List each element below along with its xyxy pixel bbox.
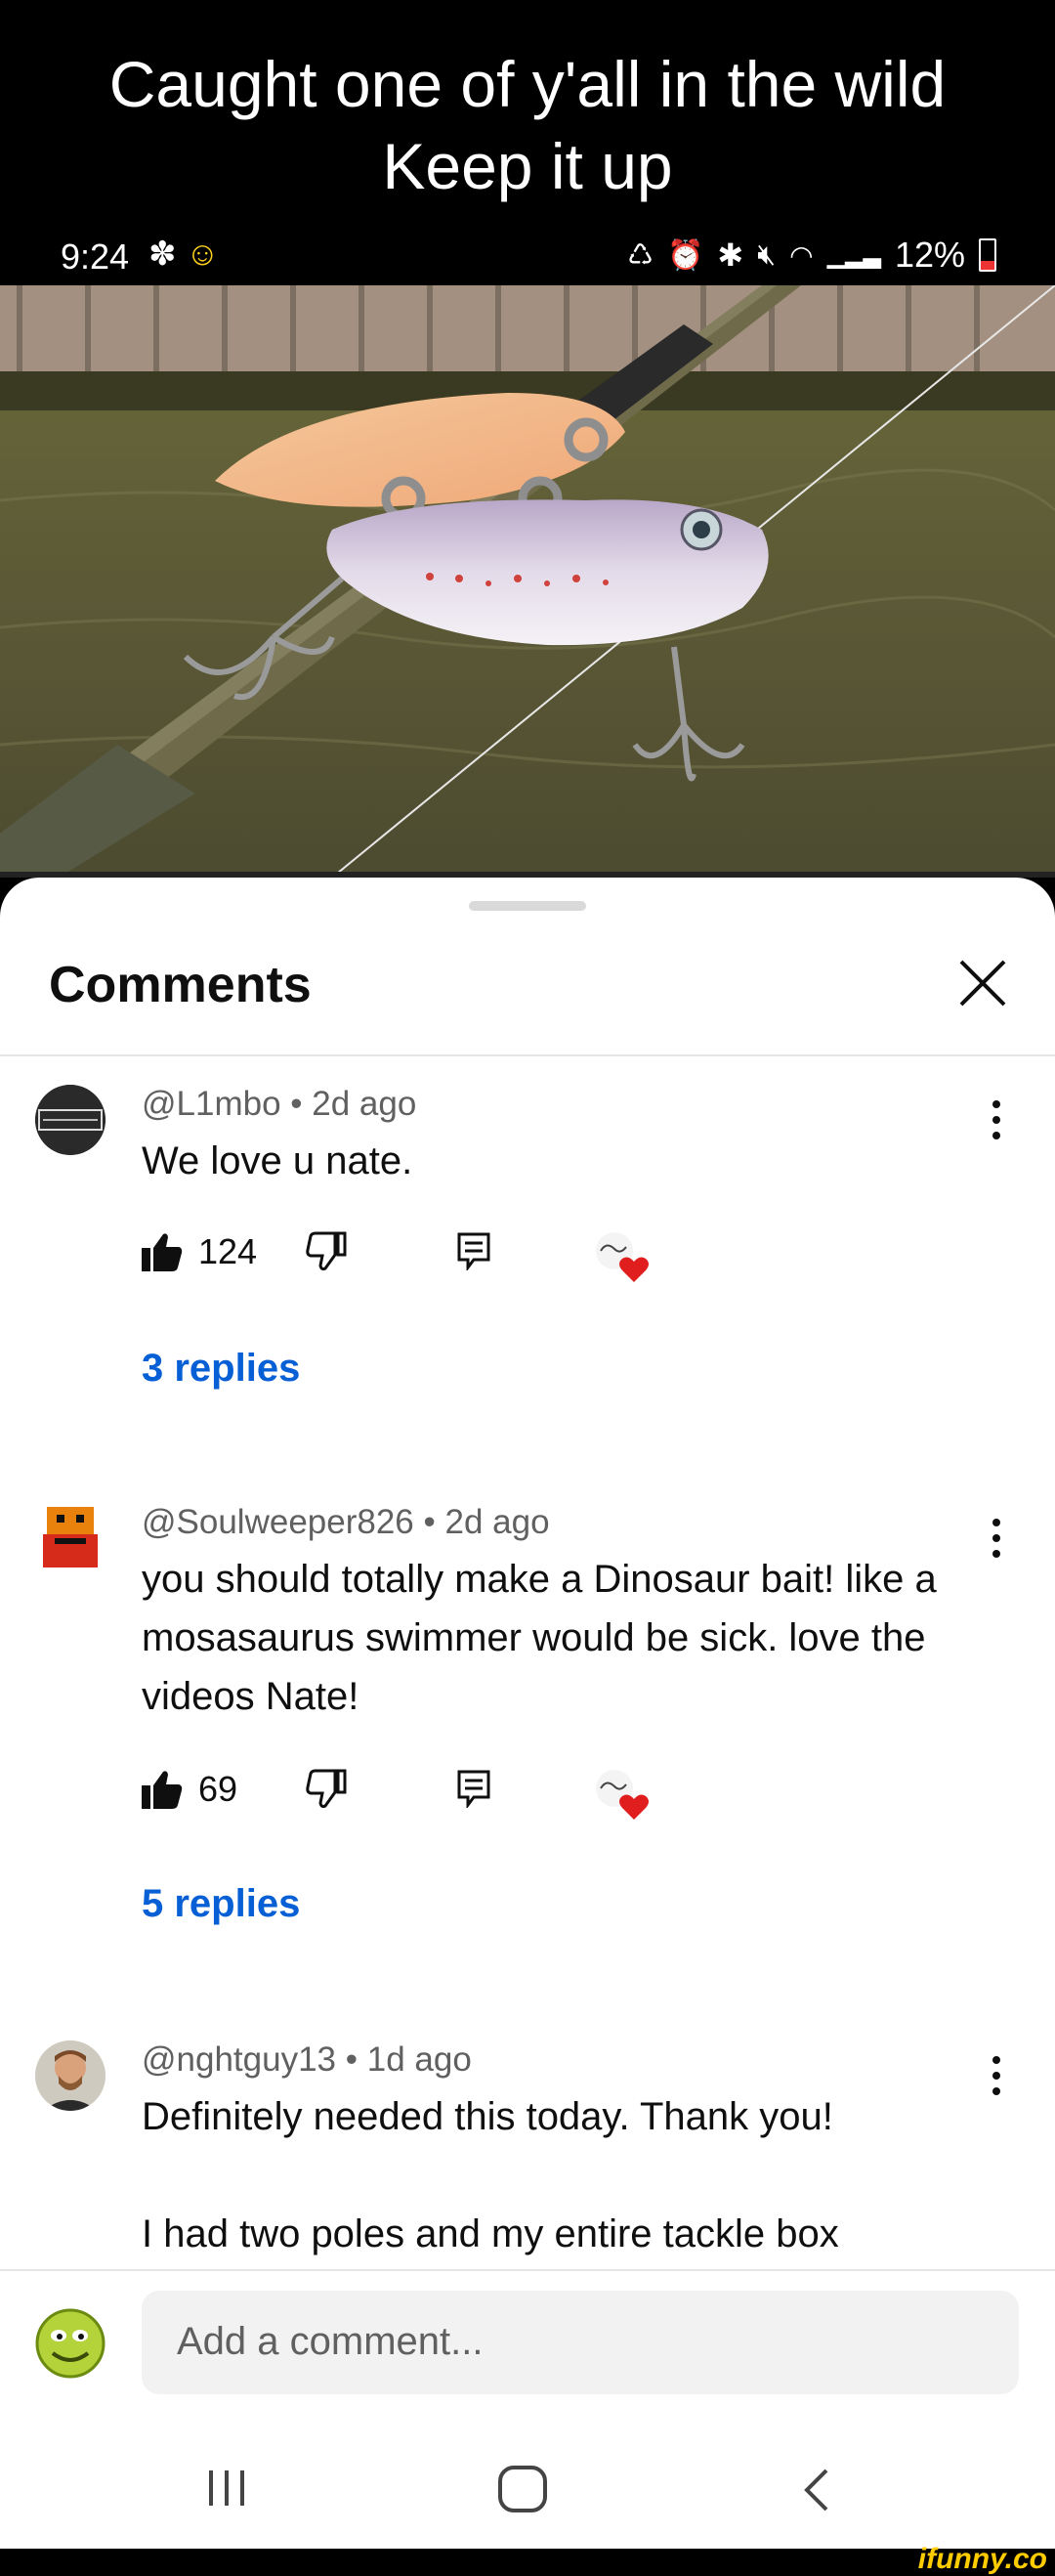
avatar[interactable] [35, 1503, 106, 1573]
notification-icons: ✽ ☺ [148, 235, 220, 274]
creator-heart-icon [596, 1770, 649, 1820]
more-options-button[interactable] [987, 2054, 1006, 2097]
comment-text: We love u nate. [142, 1139, 413, 1182]
fishing-lure-photo [0, 285, 1055, 878]
add-comment-input[interactable]: Add a comment... [142, 2291, 1019, 2394]
status-time: 9:24 [61, 236, 130, 277]
avatar[interactable] [35, 1085, 106, 1155]
thumbs-up-icon [142, 1233, 183, 1271]
creator-heart-icon [596, 1232, 649, 1282]
like-count: 69 [198, 1769, 238, 1809]
reply-button[interactable] [456, 1769, 491, 1808]
mute-icon: 🔇︎ [757, 238, 777, 271]
comment-author[interactable]: @nghtguy13 [142, 2040, 336, 2079]
creator-heart [593, 1231, 654, 1286]
comment-text: I had two poles and my entire tackle box [142, 2212, 839, 2255]
comment-meta: @Soulweeper826 • 2d ago [142, 1503, 550, 1542]
header-divider [0, 1054, 1055, 1056]
caption-line-1: Caught one of y'all in the wild [108, 48, 947, 120]
home-icon[interactable] [496, 2465, 549, 2513]
kebab-icon [992, 2056, 1000, 2095]
drag-handle[interactable] [469, 901, 586, 911]
comment-age: 2d ago [312, 1085, 417, 1123]
close-icon [959, 960, 1006, 1007]
recycle-icon: ♺ [627, 238, 654, 272]
comment-author[interactable]: @Soulweeper826 [142, 1503, 414, 1541]
alarm-icon: ⏰ [667, 238, 704, 272]
status-bar: 9:24 ✽ ☺ ♺ ⏰ ✱ 🔇︎ ◠ ▁▂▃ 12% [0, 227, 1055, 285]
comment-author[interactable]: @L1mbo [142, 1085, 281, 1123]
more-options-button[interactable] [987, 1517, 1006, 1560]
composer-divider [0, 2269, 1055, 2271]
comment-age: 1d ago [366, 2040, 472, 2079]
watermark: ifunny.co [917, 2543, 1047, 2575]
like-button[interactable]: 69 [142, 1769, 237, 1810]
thumbs-down-icon [306, 1769, 347, 1808]
add-comment-placeholder: Add a comment... [177, 2320, 484, 2363]
like-count: 124 [198, 1231, 258, 1271]
comment-meta: @L1mbo • 2d ago [142, 1085, 416, 1124]
more-options-button[interactable] [987, 1098, 1006, 1141]
reply-icon [457, 1232, 490, 1270]
caption-line-2: Keep it up [382, 130, 673, 202]
avatar[interactable] [35, 2040, 106, 2111]
battery-icon [979, 238, 996, 272]
comment-text: you should totally make a Dinosaur bait!… [142, 1558, 937, 1718]
battery-percent: 12% [894, 235, 965, 275]
kebab-icon [992, 1100, 1000, 1139]
meta-separator: • [423, 1503, 445, 1541]
comment-age: 2d ago [444, 1503, 550, 1541]
close-button[interactable] [948, 948, 1018, 1018]
wifi-icon: ◠ [789, 239, 814, 271]
fan-icon: ✽ [148, 236, 177, 273]
back-icon[interactable] [801, 2467, 832, 2513]
dislike-button[interactable] [306, 1769, 347, 1808]
like-button[interactable]: 124 [142, 1231, 257, 1272]
view-replies-link[interactable]: 3 replies [142, 1347, 300, 1391]
recent-apps-icon[interactable] [205, 2467, 248, 2510]
system-icons: ♺ ⏰ ✱ 🔇︎ ◠ ▁▂▃ 12% [627, 235, 996, 276]
meme-caption: Caught one of y'all in the wild Keep it … [0, 0, 1055, 225]
system-nav-bar [0, 2404, 1055, 2549]
kebab-icon [992, 1519, 1000, 1558]
reply-button[interactable] [456, 1231, 491, 1270]
meta-separator: • [290, 1085, 313, 1123]
thumbs-up-icon [142, 1771, 183, 1809]
comments-title: Comments [49, 957, 312, 1013]
creator-heart [593, 1769, 654, 1824]
smiley-icon: ☺ [185, 236, 220, 273]
meta-separator: • [345, 2040, 367, 2079]
comment-text: Definitely needed this today. Thank you! [142, 2095, 833, 2138]
comment-meta: @nghtguy13 • 1d ago [142, 2040, 472, 2080]
bluetooth-icon: ✱ [717, 237, 744, 273]
view-replies-link[interactable]: 5 replies [142, 1882, 300, 1926]
user-avatar[interactable] [35, 2308, 106, 2379]
watermark-bar: ifunny.co [0, 2543, 1055, 2575]
dislike-button[interactable] [306, 1231, 347, 1270]
reply-icon [457, 1770, 490, 1808]
signal-icon: ▁▂▃ [826, 241, 881, 269]
thumbs-down-icon [306, 1231, 347, 1270]
